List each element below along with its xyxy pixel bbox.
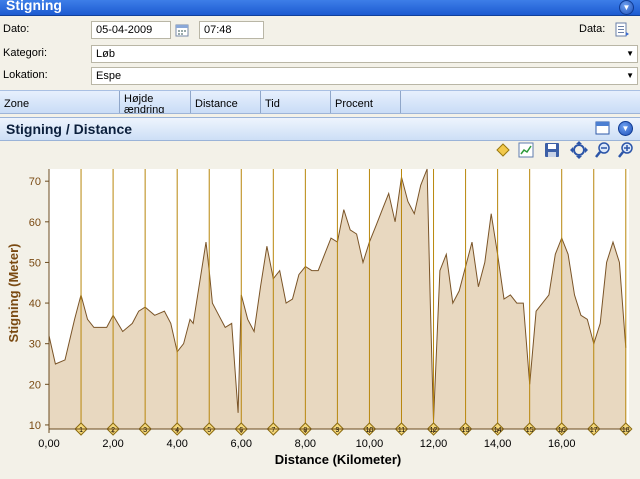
x-tick-label: 14,00 [484,438,512,450]
zoom-in-icon[interactable] [617,141,635,159]
location-value: Espe [96,70,122,82]
x-tick-label: 2,00 [102,438,123,450]
km-marker-label: 17 [590,427,598,434]
column-header-percent[interactable]: Procent [331,91,401,113]
calendar-icon[interactable] [175,23,189,37]
km-marker-label: 15 [526,427,534,434]
x-tick-label: 6,00 [231,438,252,450]
zone-grid-header: Zone Højde ændring Distance Tid Procent [0,90,640,114]
km-marker-label: 18 [622,427,630,434]
km-marker-label: 5 [207,427,211,434]
km-marker-label: 7 [271,427,275,434]
date-field[interactable]: 05-04-2009 [91,21,171,39]
save-icon[interactable] [543,141,561,159]
zoom-out-icon[interactable] [594,141,612,159]
category-select[interactable]: Løb ▼ [91,45,638,63]
x-tick-label: 16,00 [548,438,576,450]
fit-icon[interactable] [570,141,588,159]
panel-chevron-icon[interactable]: ▼ [618,121,633,136]
location-select[interactable]: Espe ▼ [91,67,638,85]
column-header-height-change[interactable]: Højde ændring [120,91,191,113]
window-title: Stigning [6,0,62,13]
x-tick-label: 0,00 [38,438,59,450]
collapse-icon[interactable] [595,121,610,135]
km-marker-label: 11 [398,427,405,434]
time-field[interactable]: 07:48 [199,21,264,39]
x-tick-label: 8,00 [295,438,316,450]
km-marker-label: 13 [462,427,470,434]
elevation-chart: 123456789101112131415161718 102030405060… [0,163,640,476]
date-label: Dato: [3,23,30,35]
location-label: Lokation: [3,69,48,81]
chevron-down-icon[interactable]: ▼ [626,71,634,80]
category-label: Kategori: [3,47,48,59]
x-axis-label: Distance (Kilometer) [275,452,401,467]
chart-svg: 123456789101112131415161718 102030405060… [6,168,633,467]
x-tick-label: 10,00 [356,438,384,450]
y-tick-label: 60 [29,217,41,229]
date-row: Dato: 05-04-2009 07:48 Data: [0,19,640,41]
chevron-down-icon[interactable]: ▼ [626,49,634,58]
y-axis-label: Stigning (Meter) [6,244,21,343]
y-tick-label: 50 [29,257,41,269]
y-tick-label: 10 [29,420,41,432]
column-header-distance[interactable]: Distance [191,91,261,113]
window-titlebar: Stigning ▼ [0,0,640,16]
x-tick-label: 4,00 [166,438,187,450]
category-value: Løb [96,48,115,60]
x-tick-label: 12,00 [420,438,448,450]
km-marker-label: 1 [79,427,83,434]
data-icon[interactable] [614,22,630,38]
km-marker-label: 9 [335,427,339,434]
data-label: Data: [579,23,606,35]
diamond-icon[interactable] [494,141,512,159]
km-marker-label: 3 [143,427,147,434]
category-row: Kategori: Løb ▼ [0,43,640,65]
y-tick-label: 40 [29,298,41,310]
column-header-zone[interactable]: Zone [0,91,120,113]
y-tick-label: 30 [29,339,41,351]
window-chevron-icon[interactable]: ▼ [619,0,634,15]
panel-title: Stigning / Distance [6,121,133,137]
y-tick-label: 20 [29,379,41,391]
column-header-time[interactable]: Tid [261,91,331,113]
chart-icon[interactable] [517,141,535,159]
chart-panel-header: Stigning / Distance ▼ [0,117,640,141]
y-tick-label: 70 [29,176,41,188]
location-row: Lokation: Espe ▼ [0,65,640,87]
